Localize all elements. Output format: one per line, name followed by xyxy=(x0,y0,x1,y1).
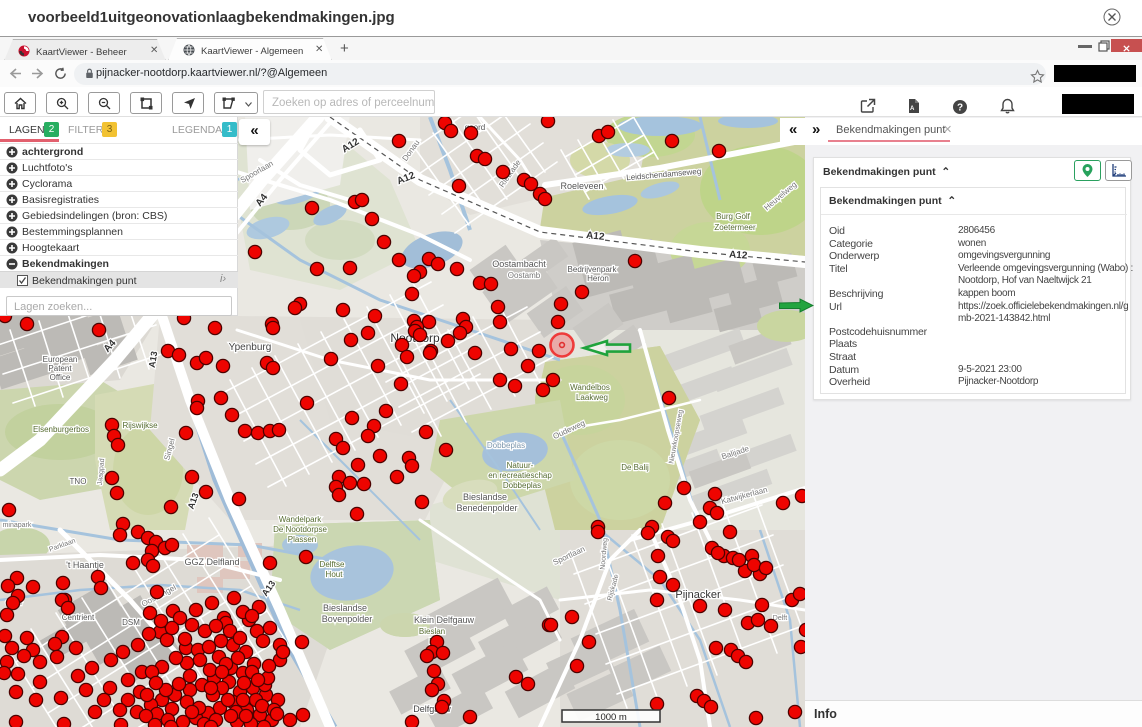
svg-text:A: A xyxy=(910,106,915,112)
svg-text:A12: A12 xyxy=(586,230,606,243)
svg-text:Dobbeplas: Dobbeplas xyxy=(487,441,525,450)
svg-text:Heron: Heron xyxy=(587,274,609,283)
svg-text:en recreatieschap: en recreatieschap xyxy=(488,471,552,480)
svg-text:Oostamb: Oostamb xyxy=(508,271,541,280)
svg-text:Hout: Hout xyxy=(326,570,344,579)
svg-text:Bieslan: Bieslan xyxy=(419,627,445,636)
svg-text:Delftse: Delftse xyxy=(320,560,345,569)
svg-text:DSM: DSM xyxy=(122,618,140,627)
svg-text:Dobbeplas: Dobbeplas xyxy=(503,481,541,490)
svg-text:Bovenpolder: Bovenpolder xyxy=(322,614,373,624)
svg-text:'t Haantje: 't Haantje xyxy=(66,560,104,570)
svg-text:Burg Golf: Burg Golf xyxy=(716,212,751,221)
svg-text:De Nootdorpse: De Nootdorpse xyxy=(273,525,327,534)
svg-text:Bedrijvenpark: Bedrijvenpark xyxy=(568,265,618,274)
svg-text:Elsenburgerbos: Elsenburgerbos xyxy=(33,425,89,434)
svg-text:Ypenburg: Ypenburg xyxy=(229,342,272,353)
svg-text:Bieslandse: Bieslandse xyxy=(463,492,507,502)
svg-text:Patent: Patent xyxy=(48,364,72,373)
svg-text:De Balij: De Balij xyxy=(621,463,649,472)
svg-text:Rijswijkse: Rijswijkse xyxy=(122,421,158,430)
svg-text:Plassen: Plassen xyxy=(288,535,316,544)
svg-text:Wandelpark: Wandelpark xyxy=(279,515,322,524)
svg-text:Oostambacht: Oostambacht xyxy=(492,259,546,269)
svg-text:A12: A12 xyxy=(729,249,749,261)
svg-text:TNO: TNO xyxy=(70,477,87,486)
svg-text:Klein Delfgauw: Klein Delfgauw xyxy=(414,615,475,625)
svg-text:European: European xyxy=(43,355,78,364)
svg-text:Laakweg: Laakweg xyxy=(576,393,608,402)
svg-text:Zoetermeer: Zoetermeer xyxy=(714,223,756,232)
svg-text:Benedenpolder: Benedenpolder xyxy=(456,503,517,513)
svg-text:Bieslandse: Bieslandse xyxy=(323,603,367,613)
svg-text:Office: Office xyxy=(50,373,71,382)
svg-text:minapark: minapark xyxy=(3,522,32,529)
svg-text:1000 m: 1000 m xyxy=(595,712,627,723)
svg-text:?: ? xyxy=(957,103,963,114)
svg-text:Wandelbos: Wandelbos xyxy=(570,383,610,392)
svg-text:Roeleveen: Roeleveen xyxy=(560,181,603,191)
svg-text:Natuur-: Natuur- xyxy=(507,461,534,470)
svg-text:GGZ Delfland: GGZ Delfland xyxy=(184,557,239,567)
